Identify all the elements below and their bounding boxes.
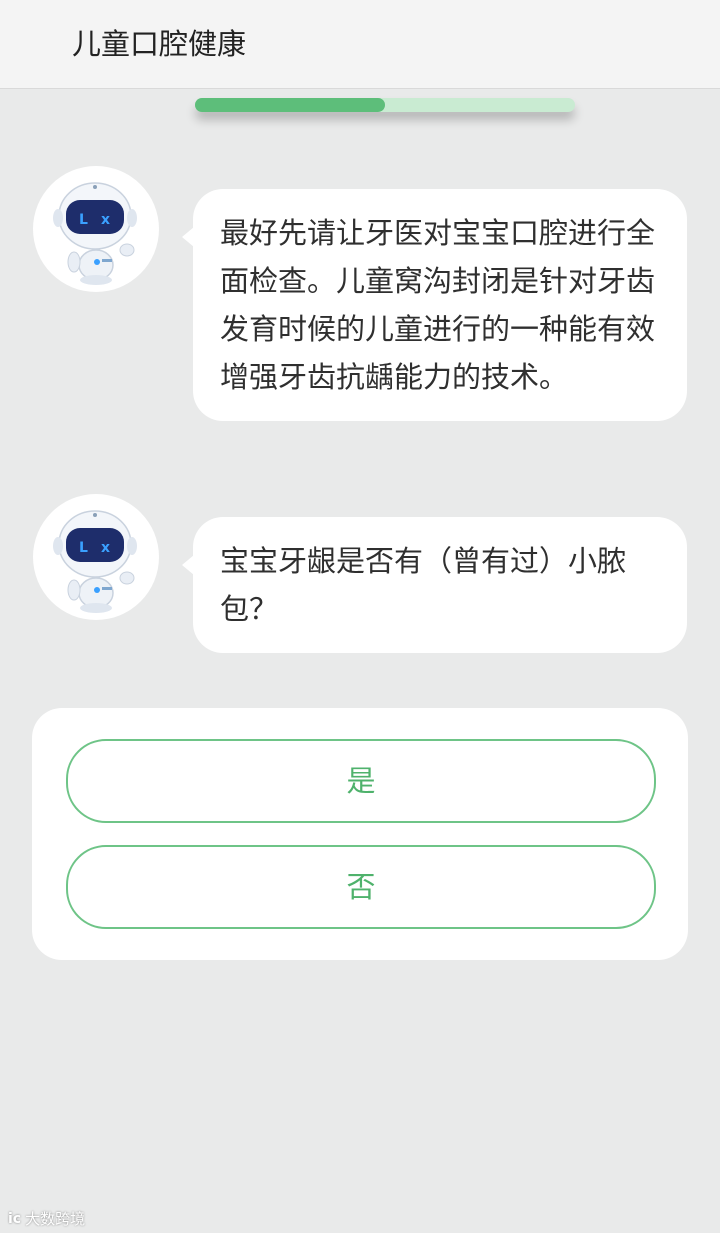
yes-button[interactable]: 是 bbox=[66, 739, 656, 823]
bot-message-bubble: 最好先请让牙医对宝宝口腔进行全面检查。儿童窝沟封闭是针对牙齿发育时候的儿童进行的… bbox=[182, 189, 687, 421]
robot-avatar-icon: L x bbox=[33, 166, 159, 292]
svg-text:x: x bbox=[101, 212, 110, 228]
svg-text:L: L bbox=[79, 540, 88, 556]
message-text: 最好先请让牙医对宝宝口腔进行全面检查。儿童窝沟封闭是针对牙齿发育时候的儿童进行的… bbox=[220, 216, 656, 394]
message-text: 宝宝牙龈是否有（曾有过）小脓包？ bbox=[220, 544, 627, 626]
svg-text:L: L bbox=[79, 212, 88, 228]
page-title: 儿童口腔健康 bbox=[72, 27, 247, 61]
robot-avatar-icon: L x bbox=[33, 494, 159, 620]
watermark-text: 大数跨境 bbox=[25, 1210, 86, 1228]
watermark: ic 大数跨境 bbox=[8, 1208, 85, 1229]
bot-message-bubble: 宝宝牙龈是否有（曾有过）小脓包？ bbox=[182, 517, 687, 653]
answer-options-card: 是 否 bbox=[32, 708, 688, 960]
progress-bar bbox=[195, 98, 575, 112]
progress-fill bbox=[195, 98, 385, 112]
watermark-logo: ic bbox=[8, 1210, 22, 1227]
no-button[interactable]: 否 bbox=[66, 845, 656, 929]
app-header: 儿童口腔健康 bbox=[0, 0, 720, 89]
svg-text:x: x bbox=[101, 540, 110, 556]
